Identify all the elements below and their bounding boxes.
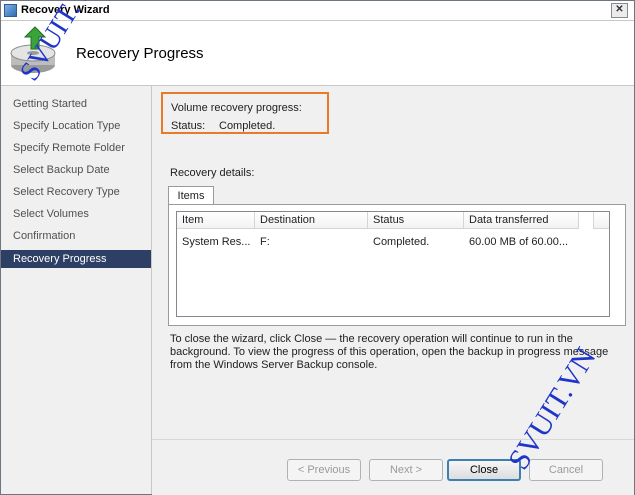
list-header-filler — [593, 212, 609, 229]
step-confirmation[interactable]: Confirmation — [1, 227, 151, 245]
cell-status: Completed. — [373, 236, 430, 248]
progress-highlight-box: Volume recovery progress: Status: Comple… — [161, 92, 329, 134]
progress-heading: Volume recovery progress: — [171, 102, 302, 114]
wizard-steps-sidebar: Getting Started Specify Location Type Sp… — [1, 86, 152, 494]
list-header: Item Destination Status Data transferred — [177, 212, 609, 230]
close-window-button[interactable]: ✕ — [611, 3, 628, 18]
wizard-app-icon — [4, 4, 17, 17]
items-tab-panel: Item Destination Status Data transferred… — [168, 204, 626, 326]
step-select-recovery-type[interactable]: Select Recovery Type — [1, 183, 151, 201]
next-button[interactable]: Next > — [369, 459, 443, 481]
column-header-data-transferred[interactable]: Data transferred — [464, 212, 579, 229]
recovery-details-heading: Recovery details: — [170, 167, 255, 179]
column-header-destination[interactable]: Destination — [255, 212, 368, 229]
close-info-text: To close the wizard, click Close — the r… — [170, 333, 609, 371]
step-specify-remote-folder[interactable]: Specify Remote Folder — [1, 139, 151, 157]
previous-button[interactable]: < Previous — [287, 459, 361, 481]
recovery-items-list[interactable]: Item Destination Status Data transferred… — [176, 211, 610, 317]
status-value: Completed. — [219, 120, 276, 132]
status-label: Status: — [171, 120, 206, 132]
window-title: Recovery Wizard — [21, 4, 110, 16]
wizard-footer: < Previous Next > Close Cancel — [152, 439, 634, 495]
tab-items[interactable]: Items — [168, 186, 214, 205]
step-getting-started[interactable]: Getting Started — [1, 95, 151, 113]
title-bar[interactable]: Recovery Wizard ✕ — [1, 1, 634, 21]
cancel-button[interactable]: Cancel — [529, 459, 603, 481]
column-header-status[interactable]: Status — [368, 212, 464, 229]
cell-data-transferred: 60.00 MB of 60.00... — [469, 236, 569, 248]
cell-item: System Res... — [182, 236, 251, 248]
column-header-item[interactable]: Item — [177, 212, 255, 229]
step-recovery-progress[interactable]: Recovery Progress — [1, 250, 151, 268]
close-button[interactable]: Close — [447, 459, 521, 481]
recovery-wizard-window: Recovery Wizard ✕ Recovery Progress Gett… — [0, 0, 635, 495]
wizard-header: Recovery Progress — [1, 21, 634, 86]
step-select-backup-date[interactable]: Select Backup Date — [1, 161, 151, 179]
page-title: Recovery Progress — [76, 45, 204, 62]
cell-destination: F: — [260, 236, 270, 248]
step-specify-location-type[interactable]: Specify Location Type — [1, 117, 151, 135]
step-select-volumes[interactable]: Select Volumes — [1, 205, 151, 223]
disk-recovery-icon — [10, 26, 56, 73]
wizard-content: Volume recovery progress: Status: Comple… — [152, 86, 634, 438]
